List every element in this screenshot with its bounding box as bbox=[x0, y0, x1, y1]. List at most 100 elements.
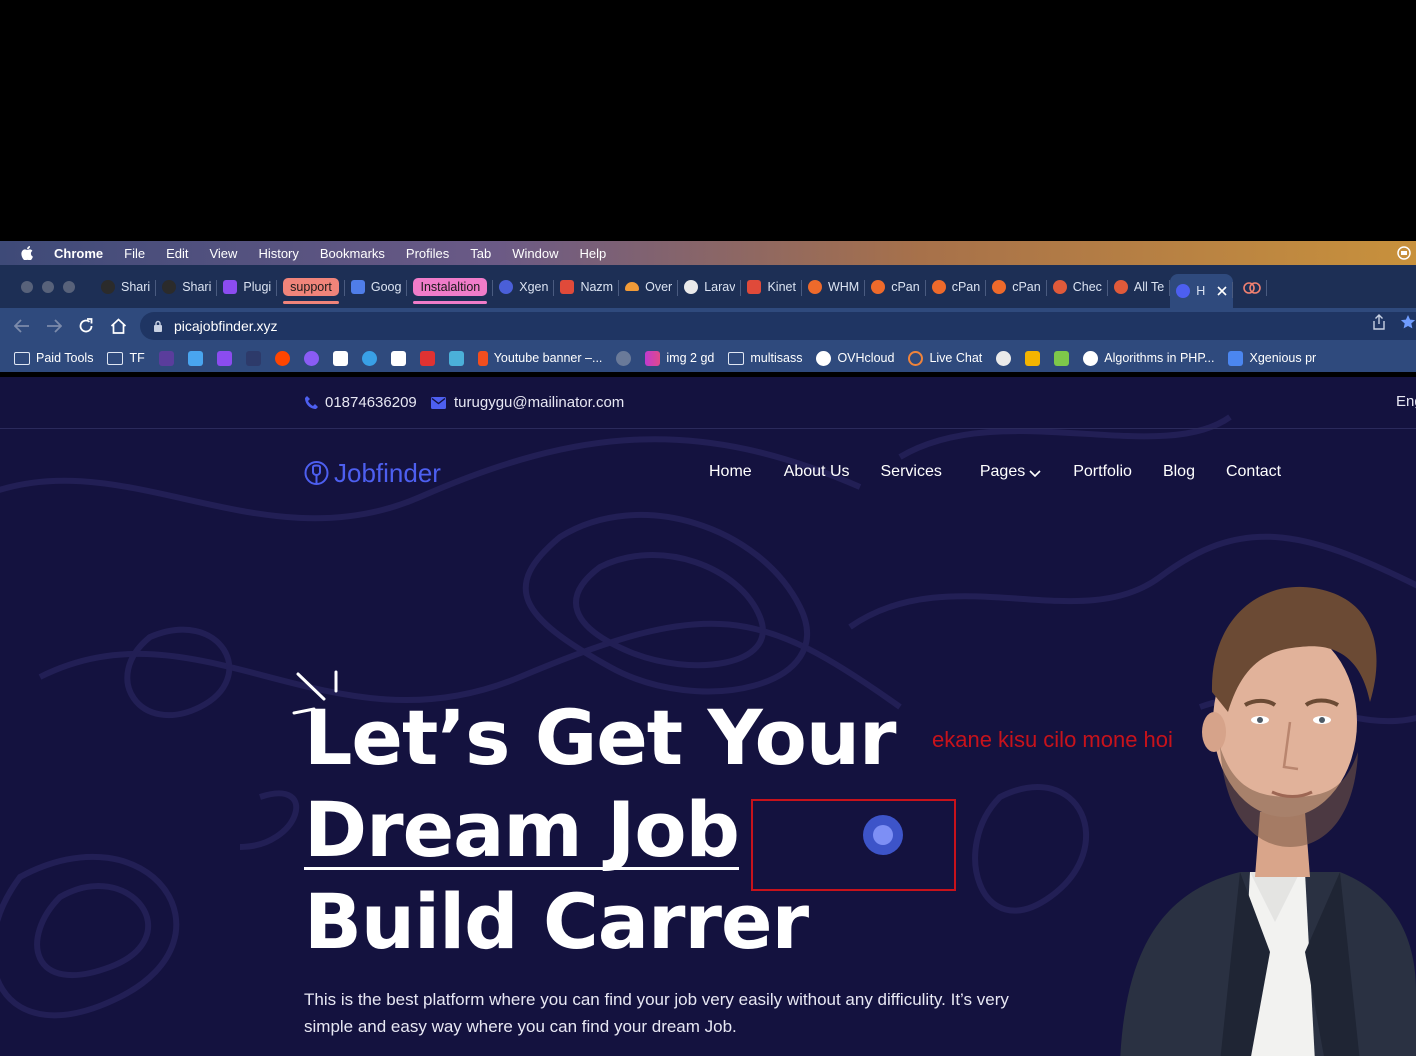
lock-icon[interactable] bbox=[153, 320, 163, 332]
tab-cpanel-1[interactable]: cPan bbox=[865, 272, 926, 302]
close-window-icon[interactable] bbox=[21, 280, 33, 293]
bookmark-xgenious[interactable]: Xgenious pr bbox=[1228, 350, 1316, 366]
tab-over[interactable]: Over bbox=[619, 272, 679, 302]
home-button[interactable] bbox=[102, 310, 134, 342]
bookmark-star-icon[interactable] bbox=[1400, 314, 1416, 330]
globe-icon bbox=[996, 350, 1012, 366]
tab-github-2[interactable]: Shari bbox=[156, 272, 218, 302]
tab-laravel[interactable]: Larav bbox=[678, 272, 742, 302]
tab-check[interactable]: Chec bbox=[1047, 272, 1109, 302]
nav-contact[interactable]: Contact bbox=[1226, 463, 1281, 481]
bookmark-chat[interactable] bbox=[187, 350, 203, 366]
tab-group-support[interactable]: support bbox=[277, 272, 345, 304]
nav-pages-dropdown[interactable]: Pages bbox=[980, 463, 1041, 481]
language-selector[interactable]: Eng bbox=[1396, 393, 1416, 410]
nav-blog[interactable]: Blog bbox=[1163, 463, 1195, 481]
tab-whm[interactable]: WHM bbox=[802, 272, 866, 302]
bookmark-reddit[interactable] bbox=[274, 350, 290, 366]
site-topbar: 01874636209 turugygu@mailinator.com Eng bbox=[0, 377, 1416, 429]
bookmark-notion[interactable] bbox=[332, 350, 348, 366]
tab-cpanel-2[interactable]: cPan bbox=[926, 272, 987, 302]
bookmark-dark-square[interactable] bbox=[245, 350, 261, 366]
doc-icon bbox=[1228, 350, 1244, 366]
bookmark-youtube-banner[interactable]: Youtube banner –... bbox=[477, 350, 602, 366]
tab-all-te[interactable]: All Te bbox=[1108, 272, 1171, 302]
jobfinder-logo-icon bbox=[304, 461, 329, 485]
tab-xgen[interactable]: Xgen bbox=[493, 272, 555, 302]
tab-google[interactable]: Goog bbox=[345, 272, 408, 302]
bookmark-folder-paid-tools[interactable]: Paid Tools bbox=[14, 351, 93, 365]
bookmark-globe[interactable] bbox=[996, 350, 1012, 366]
tab-plugin[interactable]: Plugi bbox=[217, 272, 277, 302]
nav-services[interactable]: Services bbox=[881, 463, 942, 481]
mail-icon bbox=[431, 396, 446, 409]
arrow-right-icon bbox=[47, 319, 62, 333]
bookmark-messenger[interactable] bbox=[303, 350, 319, 366]
menu-tab[interactable]: Tab bbox=[470, 246, 491, 261]
menu-app-name[interactable]: Chrome bbox=[54, 246, 103, 261]
tab-group-installation[interactable]: Instalaltion bbox=[407, 272, 494, 304]
bookmark-img2gd[interactable]: img 2 gd bbox=[645, 350, 714, 366]
tab-search-button[interactable] bbox=[1233, 272, 1268, 302]
xtemos-icon bbox=[158, 350, 174, 366]
tab-github-1[interactable]: Shari bbox=[95, 272, 157, 302]
reload-button[interactable] bbox=[70, 310, 102, 342]
kinsta-icon bbox=[747, 279, 762, 294]
menu-profiles[interactable]: Profiles bbox=[406, 246, 449, 261]
bookmark-pie[interactable] bbox=[616, 350, 632, 366]
status-menu-icon[interactable] bbox=[1396, 245, 1412, 261]
tab-label: Shari bbox=[121, 279, 151, 294]
tab-active-jobfinder[interactable]: H bbox=[1170, 274, 1234, 308]
nav-portfolio[interactable]: Portfolio bbox=[1073, 463, 1132, 481]
folder-icon bbox=[728, 351, 745, 365]
bookmark-algorithms-php[interactable]: Algorithms in PHP... bbox=[1083, 350, 1214, 366]
bookmark-docker[interactable] bbox=[448, 350, 464, 366]
cpanel-icon bbox=[931, 279, 946, 294]
ovh-icon bbox=[816, 350, 832, 366]
bookmark-folder-multisass[interactable]: multisass bbox=[728, 351, 802, 365]
bookmark-ovhcloud[interactable]: OVHcloud bbox=[816, 350, 895, 366]
tab-kinet[interactable]: Kinet bbox=[741, 272, 802, 302]
bookmark-folder-tf[interactable]: TF bbox=[107, 351, 145, 365]
zoom-window-icon[interactable] bbox=[63, 280, 75, 293]
back-button[interactable] bbox=[6, 310, 38, 342]
bookmark-live-chat[interactable]: Live Chat bbox=[908, 350, 982, 366]
bookmark-check[interactable] bbox=[1054, 350, 1070, 366]
share-icon[interactable] bbox=[1372, 314, 1386, 330]
contact-email[interactable]: turugygu@mailinator.com bbox=[431, 394, 624, 411]
folder-icon bbox=[14, 351, 30, 365]
bookmark-cl[interactable] bbox=[390, 350, 406, 366]
bookmark-analytics[interactable] bbox=[1025, 350, 1041, 366]
contact-phone[interactable]: 01874636209 bbox=[304, 394, 417, 411]
apple-logo-icon[interactable] bbox=[20, 246, 34, 260]
forward-button[interactable] bbox=[38, 310, 70, 342]
minimize-window-icon[interactable] bbox=[42, 280, 54, 293]
menu-help[interactable]: Help bbox=[580, 246, 607, 261]
menu-file[interactable]: File bbox=[124, 246, 145, 261]
site-logo[interactable]: Jobfinder bbox=[304, 458, 441, 489]
bookmark-swirl[interactable] bbox=[361, 350, 377, 366]
browser-tab-strip: Shari Shari Plugi support Goog Instalalt… bbox=[0, 265, 1416, 308]
bookmark-label: TF bbox=[129, 351, 145, 365]
tab-label: Goog bbox=[370, 279, 402, 294]
bookmark-x-brand[interactable] bbox=[216, 350, 232, 366]
tab-nazm[interactable]: Nazm bbox=[554, 272, 619, 302]
close-tab-icon[interactable] bbox=[1217, 286, 1227, 296]
menu-view[interactable]: View bbox=[209, 246, 237, 261]
bookmark-label: OVHcloud bbox=[837, 351, 895, 365]
menu-window[interactable]: Window bbox=[512, 246, 558, 261]
bookmark-it[interactable] bbox=[419, 350, 435, 366]
phone-number: 01874636209 bbox=[325, 394, 417, 411]
address-bar[interactable]: picajobfinder.xyz bbox=[140, 312, 1416, 340]
menu-edit[interactable]: Edit bbox=[166, 246, 188, 261]
menu-bookmarks[interactable]: Bookmarks bbox=[320, 246, 385, 261]
profile-rings-icon bbox=[1243, 281, 1262, 294]
url-text[interactable]: picajobfinder.xyz bbox=[174, 318, 278, 334]
nav-home[interactable]: Home bbox=[709, 463, 752, 481]
bookmark-xtemos[interactable] bbox=[158, 350, 174, 366]
reddit-icon bbox=[274, 350, 290, 366]
nav-about-us[interactable]: About Us bbox=[784, 463, 850, 481]
tab-label: Nazm bbox=[580, 279, 614, 294]
menu-history[interactable]: History bbox=[258, 246, 298, 261]
tab-cpanel-3[interactable]: cPan bbox=[986, 272, 1047, 302]
